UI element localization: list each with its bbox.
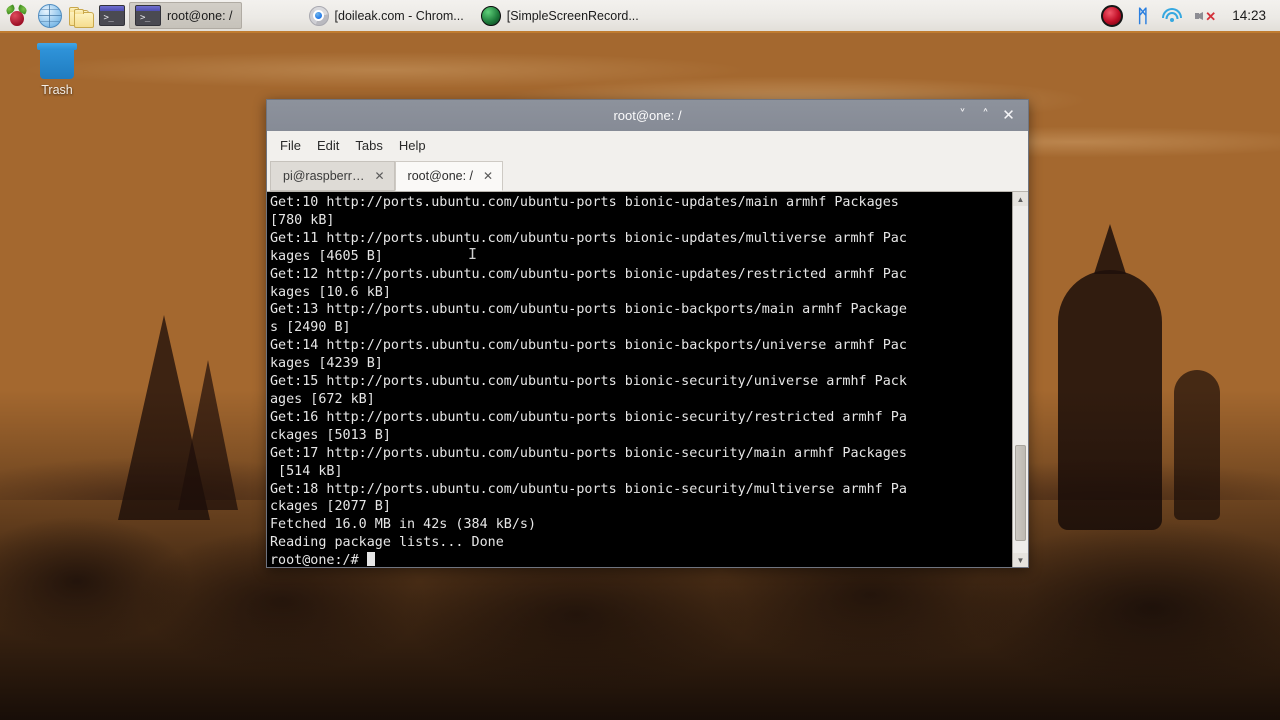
wifi-icon [1161,7,1182,24]
terminal-output[interactable]: Get:10 http://ports.ubuntu.com/ubuntu-po… [267,192,1012,567]
clock[interactable]: 14:23 [1222,8,1272,23]
terminal-icon-prompt: >_ [140,13,150,23]
taskbar: >_ >_ root@one: / [doileak.com - Chrom..… [0,0,1280,33]
terminal-prompt: root@one:/# [270,553,359,567]
trash-lid [37,43,77,50]
tab-close-icon[interactable]: ✕ [483,170,493,182]
terminal-icon-titlebar [136,6,160,11]
folders-icon [68,6,94,28]
terminal-icon-titlebar [99,6,124,11]
terminal-scrollbar[interactable]: ▲ ▼ [1012,192,1028,567]
maximize-button[interactable]: ˄ [975,105,996,126]
scrollbar-down-arrow[interactable]: ▼ [1013,553,1028,567]
trash-body [40,50,74,79]
task-button-label: root@one: / [167,8,233,23]
folder-front [73,8,94,28]
taskbar-center-group: [doileak.com - Chrom... [SimpleScreenRec… [302,0,649,31]
menu-help[interactable]: Help [399,135,436,156]
wallpaper-pagoda-left [118,315,210,520]
taskbar-left-group: >_ >_ root@one: / [0,0,244,31]
wallpaper-stupa-right [1058,270,1162,530]
scrollbar-track[interactable] [1013,206,1028,553]
menu-file[interactable]: File [280,135,311,156]
terminal-icon: >_ [98,5,125,26]
window-titlebar[interactable]: root@one: / ˅ ˄ ✕ [267,100,1028,131]
close-button[interactable]: ✕ [998,105,1019,126]
wallpaper-pagoda-left-small [178,360,238,510]
desktop-icon-trash[interactable]: Trash [22,40,92,97]
tab-close-icon[interactable]: ✕ [374,170,384,182]
tab-label: root@one: / [407,169,474,183]
scrollbar-up-arrow[interactable]: ▲ [1013,192,1028,206]
task-button-simplescreenrecorder[interactable]: [SimpleScreenRecord... [476,2,647,29]
terminal-scrollback: Get:10 http://ports.ubuntu.com/ubuntu-po… [270,195,907,551]
terminal-icon: >_ [135,5,161,26]
file-manager-launcher[interactable] [65,0,96,31]
system-tray: ᛗ ✕ 14:23 [1094,0,1280,31]
window-title: root@one: / [613,108,682,123]
task-button-label: [SimpleScreenRecord... [506,8,639,23]
task-button-chromium[interactable]: [doileak.com - Chrom... [304,2,472,29]
terminal-icon-prompt: >_ [103,13,114,23]
bluetooth-icon: ᛗ [1137,5,1149,26]
menu-tabs[interactable]: Tabs [355,135,392,156]
minimize-button[interactable]: ˅ [952,105,973,126]
wallpaper-stupa-right-small [1174,370,1220,520]
desktop-screen: Trash >_ >_ root@one: / [doileak.com - C… [0,0,1280,720]
tab-root-one[interactable]: root@one: / ✕ [394,161,504,191]
volume-button[interactable]: ✕ [1188,8,1222,24]
trash-icon [37,40,77,80]
menu-button[interactable] [0,0,34,31]
terminal-window: root@one: / ˅ ˄ ✕ File Edit Tabs Help pi… [266,99,1029,568]
terminal-launcher[interactable]: >_ [96,0,127,31]
tabbar: pi@raspberr… ✕ root@one: / ✕ [267,159,1028,191]
chrome-icon [308,5,329,26]
tab-label: pi@raspberr… [283,169,365,183]
globe-icon [37,3,62,28]
web-browser-launcher[interactable] [34,0,65,31]
terminal-cursor [366,552,375,567]
menu-edit[interactable]: Edit [317,135,349,156]
menubar: File Edit Tabs Help [267,131,1028,159]
task-button-terminal[interactable]: >_ root@one: / [129,2,242,29]
desktop-icon-label: Trash [41,83,73,97]
task-button-label: [doileak.com - Chrom... [334,8,464,23]
window-controls: ˅ ˄ ✕ [952,105,1028,126]
volume-muted-icon: ✕ [1195,8,1216,24]
tab-pi-raspberrypi[interactable]: pi@raspberr… ✕ [270,161,395,191]
record-indicator-icon [1101,4,1124,27]
scrollbar-thumb[interactable] [1015,445,1026,542]
wifi-button[interactable] [1155,7,1188,24]
bluetooth-button[interactable]: ᛗ [1130,7,1155,25]
green-globe-icon [480,5,501,26]
raspberry-berry [10,10,24,26]
record-indicator-button[interactable] [1094,4,1130,27]
terminal-screen[interactable]: Get:10 http://ports.ubuntu.com/ubuntu-po… [267,191,1028,567]
raspberry-pi-logo-icon [4,3,29,28]
